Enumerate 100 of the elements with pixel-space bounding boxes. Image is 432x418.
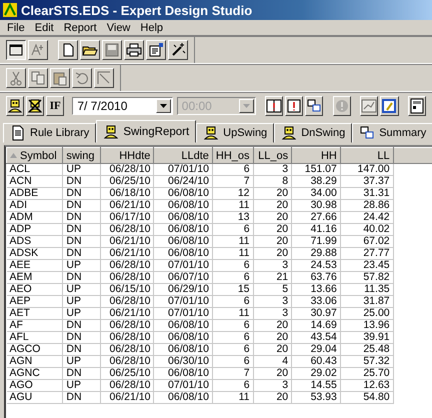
printer-icon (126, 42, 142, 58)
tab[interactable]: UpSwing (196, 123, 274, 143)
windows-icon (359, 125, 376, 141)
menu-item[interactable]: View (102, 22, 136, 34)
table-cell: 33.06 (292, 296, 340, 308)
date-dropdown[interactable]: 7/ 7/2010 (72, 97, 173, 115)
table-cell: 06/08/10 (154, 248, 212, 260)
column-header[interactable]: LL_os (253, 148, 292, 164)
tab[interactable]: DnSwing (274, 123, 352, 143)
table-cell: DN (62, 176, 100, 188)
table-cell: 29.88 (292, 248, 340, 260)
table-cell: 07/01/10 (154, 308, 212, 320)
table-cell: DN (62, 344, 100, 356)
table-cell: UP (62, 308, 100, 320)
table-cell: 25.48 (340, 344, 394, 356)
sort-up-icon (10, 153, 17, 158)
table-cell: 25.00 (340, 308, 394, 320)
table-cell: 37.37 (340, 176, 394, 188)
table-cell: DN (62, 188, 100, 200)
documents-alert-icon (266, 98, 282, 114)
document-icon (10, 125, 26, 141)
menu-item[interactable]: Report (58, 22, 102, 34)
column-header[interactable]: HH (292, 148, 340, 164)
app-icon (2, 2, 18, 18)
column-header[interactable]: HHdte (100, 148, 154, 164)
if-button[interactable]: IF (46, 96, 64, 116)
table-cell: 27.77 (340, 248, 394, 260)
table-cell: DN (62, 368, 100, 380)
table-cell: AGNC (6, 368, 63, 380)
table-cell: 06/28/10 (100, 320, 154, 332)
table-cell: ACN (6, 176, 63, 188)
table-cell: ADI (6, 200, 63, 212)
menu-item[interactable]: File (2, 22, 30, 34)
table-cell: 06/08/10 (154, 368, 212, 380)
table-cell: AEE (6, 260, 63, 272)
table-cell: UP (62, 356, 100, 368)
tab[interactable]: SwingReport (96, 120, 196, 143)
column-header[interactable]: swing (62, 148, 100, 164)
table-cell: 151.07 (292, 164, 340, 176)
table-cell: 30.97 (292, 308, 340, 320)
table-cell: 60.43 (292, 356, 340, 368)
table-cell: UP (62, 296, 100, 308)
table-cell: AEO (6, 284, 63, 296)
table-cell: 06/21/10 (100, 392, 154, 404)
table-cell: 12.63 (340, 380, 394, 392)
table-cell: 20 (253, 344, 292, 356)
table-cell: DN (62, 248, 100, 260)
table-cell: 20 (253, 188, 292, 200)
table-cell: ADSK (6, 248, 63, 260)
table-cell: 07/01/10 (154, 380, 212, 392)
table-cell: 57.82 (340, 272, 394, 284)
table-cell: 53.93 (292, 392, 340, 404)
text-style-icon (30, 42, 46, 58)
table-cell: 06/21/10 (100, 236, 154, 248)
table-cell: 06/28/10 (100, 272, 154, 284)
table-cell: ADBE (6, 188, 63, 200)
caret-icon (242, 104, 250, 108)
table-cell: 06/08/10 (154, 236, 212, 248)
table-cell: 5 (253, 284, 292, 296)
table-cell: 12 (212, 188, 254, 200)
table-cell: 06/28/10 (100, 356, 154, 368)
tab[interactable]: Summary (352, 123, 432, 143)
table-cell: 06/08/10 (154, 320, 212, 332)
table-cell: 8 (253, 176, 292, 188)
corner-arrow-icon (96, 70, 112, 86)
column-header[interactable]: Symbol (6, 148, 63, 164)
table-cell: 6 (212, 272, 254, 284)
table-cell: 31.31 (340, 188, 394, 200)
table-cell: AEM (6, 272, 63, 284)
table-cell: 23.45 (340, 260, 394, 272)
table-cell: 06/30/10 (154, 356, 212, 368)
table-cell: 6 (212, 296, 254, 308)
column-header[interactable]: LLdte (154, 148, 212, 164)
table-cell: 06/08/10 (154, 332, 212, 344)
table-cell: 07/01/10 (154, 164, 212, 176)
table-cell: DN (62, 332, 100, 344)
tab[interactable]: Rule Library (3, 123, 96, 143)
table-cell: 27.66 (292, 212, 340, 224)
column-label: Symbol (20, 150, 57, 162)
column-header[interactable]: LL (340, 148, 394, 164)
toolbar-button[interactable] (6, 40, 26, 60)
table-cell: 15 (212, 284, 254, 296)
table-cell: 13 (212, 212, 254, 224)
table-cell: ADM (6, 212, 63, 224)
column-header[interactable]: HH_os (212, 148, 254, 164)
table-cell: 06/21/10 (100, 308, 154, 320)
table-cell: 39.91 (340, 332, 394, 344)
table-cell: 4 (253, 356, 292, 368)
menu-item[interactable]: Edit (30, 22, 59, 34)
table-cell: 28.86 (340, 200, 394, 212)
table-cell: 25.70 (340, 368, 394, 380)
table-cell: 11.35 (340, 284, 394, 296)
person-icon (281, 125, 298, 141)
table-cell: 06/08/10 (154, 188, 212, 200)
table-cell: 24.42 (340, 212, 394, 224)
dropdown-arrow-button[interactable] (156, 99, 171, 113)
menu-item[interactable]: Help (135, 22, 168, 34)
table-cell: 20 (253, 320, 292, 332)
properties-icon (148, 42, 164, 58)
table-cell: 7 (212, 368, 254, 380)
